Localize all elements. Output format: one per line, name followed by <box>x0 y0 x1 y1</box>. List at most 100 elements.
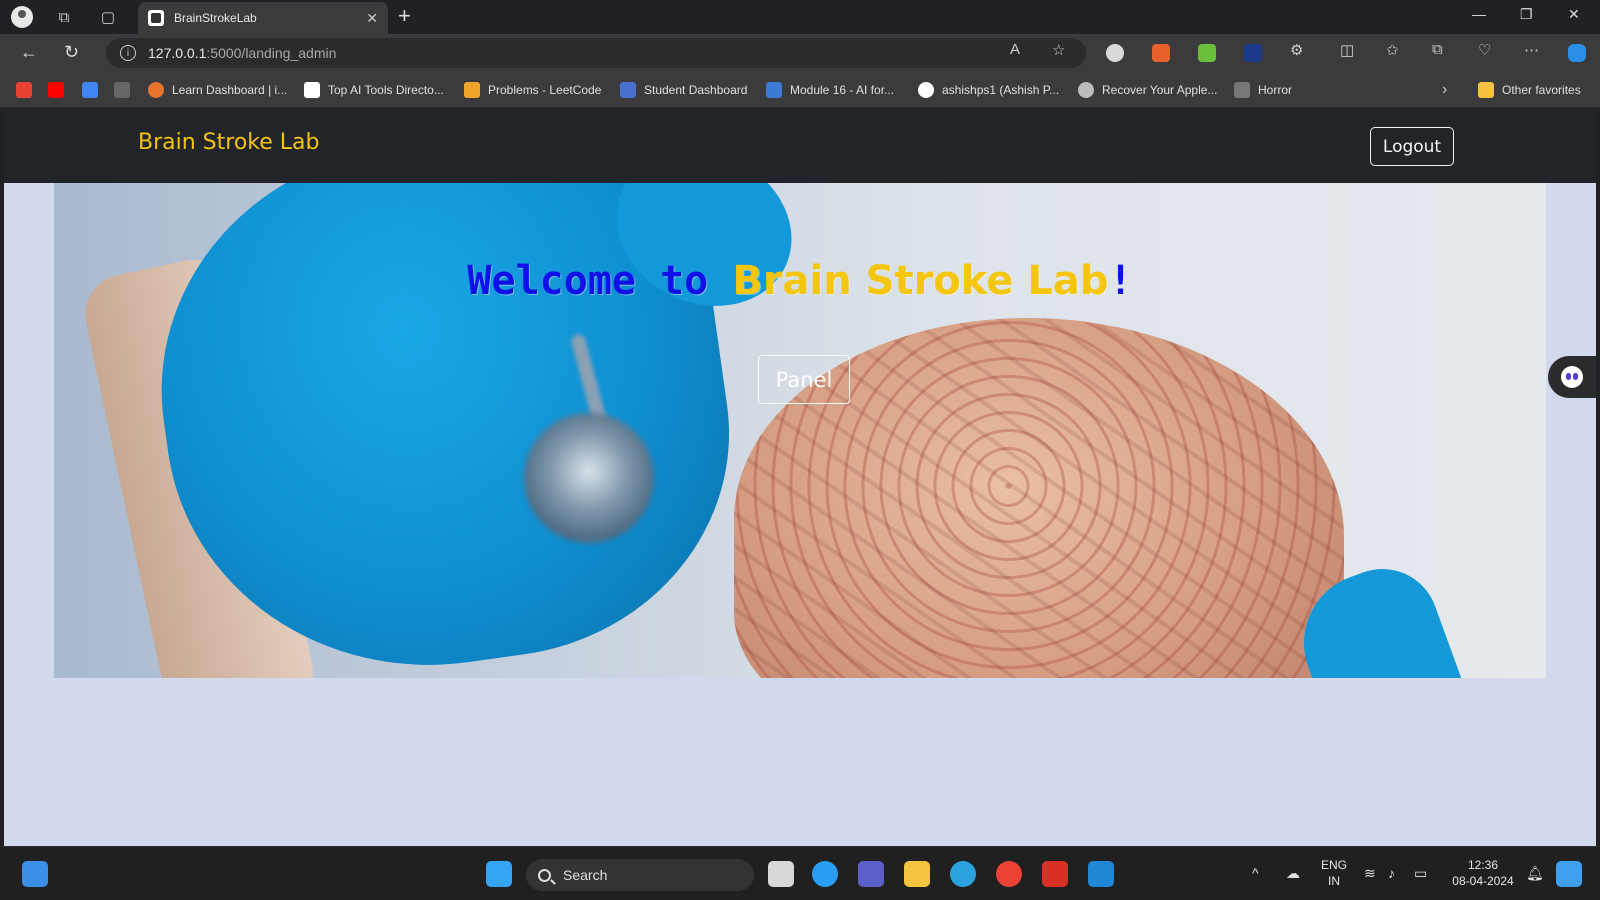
other-favorites-folder[interactable]: Other favorites <box>1478 81 1581 99</box>
tab-close-icon[interactable]: ✕ <box>366 10 378 27</box>
vscode-icon[interactable] <box>1088 861 1114 887</box>
panel-button[interactable]: Panel <box>758 355 850 404</box>
extensions-icon[interactable]: ⚙ <box>1290 41 1303 59</box>
new-tab-button[interactable]: + <box>398 4 411 28</box>
chrome-icon[interactable] <box>996 861 1022 887</box>
bookmark-misc-icon[interactable] <box>114 82 130 98</box>
bookmark-item[interactable]: ashishps1 (Ashish P... <box>918 81 1059 99</box>
bookmark-favicon-icon <box>1234 82 1250 98</box>
extension-download-icon[interactable] <box>1198 44 1216 62</box>
tab-title: BrainStrokeLab <box>174 11 257 25</box>
url-host: 127.0.0.1 <box>148 45 207 61</box>
taskbar-search[interactable]: Search <box>526 859 754 891</box>
browser-essentials-icon[interactable]: ♡ <box>1478 41 1491 59</box>
bookmark-item[interactable]: Recover Your Apple... <box>1078 81 1217 99</box>
url-path: :5000/landing_admin <box>206 45 337 61</box>
language-indicator[interactable]: ENG IN <box>1316 857 1352 889</box>
bookmark-item[interactable]: Learn Dashboard | i... <box>148 81 287 99</box>
vertical-tabs-icon[interactable]: ▢ <box>96 5 120 29</box>
bookmark-label: Student Dashboard <box>644 83 748 97</box>
language-region: IN <box>1328 874 1340 888</box>
copilot-face-icon <box>1561 366 1583 388</box>
search-icon <box>538 868 551 882</box>
telegram-icon[interactable] <box>950 861 976 887</box>
youtube-icon[interactable] <box>48 82 64 98</box>
favorites-icon[interactable]: ✩ <box>1386 41 1399 59</box>
tab-brainstrokelab[interactable]: BrainStrokeLab ✕ <box>138 2 388 34</box>
extension-blue-icon[interactable] <box>1244 44 1262 62</box>
github-icon <box>918 82 934 98</box>
back-icon[interactable]: ← <box>20 42 38 63</box>
copilot-taskbar-icon[interactable] <box>1556 861 1582 887</box>
gmail-icon[interactable] <box>16 82 32 98</box>
address-toolbar: ← ↻ i 127.0.0.1:5000/landing_admin A ☆ ⚙… <box>0 34 1600 72</box>
folder-icon <box>1478 82 1494 98</box>
notifications-icon[interactable]: 🔔︎ <box>1526 865 1544 882</box>
url-text[interactable]: 127.0.0.1:5000/landing_admin <box>148 45 336 61</box>
hero-banner: Welcome to Brain Stroke Lab! Panel <box>54 183 1546 678</box>
profile-icon[interactable] <box>10 5 34 29</box>
close-window-icon[interactable]: ✕ <box>1568 6 1580 23</box>
clock-time: 12:36 <box>1467 858 1499 872</box>
windows-taskbar: Search ^ ☁ ENG IN ≋ ♪ ▭ 12:36 08-04-2024… <box>0 846 1600 900</box>
bookmark-label: ashishps1 (Ashish P... <box>942 83 1060 97</box>
bookmark-item[interactable]: Top AI Tools Directo... <box>304 81 444 99</box>
bookmark-item[interactable]: Module 16 - AI for... <box>766 81 894 99</box>
bookmarks-bar: Learn Dashboard | i... Top AI Tools Dire… <box>0 72 1600 108</box>
volume-icon[interactable]: ♪ <box>1388 865 1395 881</box>
extension-ghost-icon[interactable] <box>1106 44 1124 62</box>
collections-icon[interactable]: ⧉ <box>1432 41 1443 58</box>
bookmark-item[interactable]: Horror <box>1234 81 1292 99</box>
bookmark-favicon-icon <box>620 82 636 98</box>
extension-orange-icon[interactable] <box>1152 44 1170 62</box>
translate-icon[interactable] <box>82 82 98 98</box>
clock[interactable]: 12:36 08-04-2024 <box>1446 857 1520 889</box>
language-code: ENG <box>1320 858 1347 872</box>
sidebar-copilot-tab[interactable] <box>1548 356 1596 398</box>
bookmark-label: Recover Your Apple... <box>1102 83 1218 97</box>
bookmark-label: Learn Dashboard | i... <box>172 83 288 97</box>
minimize-icon[interactable]: — <box>1472 6 1486 22</box>
address-bar[interactable]: i 127.0.0.1:5000/landing_admin <box>106 38 1086 68</box>
search-label: Search <box>563 867 608 883</box>
refresh-icon[interactable]: ↻ <box>64 42 79 63</box>
read-aloud-icon[interactable]: A <box>1010 41 1020 58</box>
welcome-brand-text: Brain Stroke Lab <box>732 258 1109 304</box>
copilot-icon[interactable] <box>1568 44 1586 62</box>
bookmark-favicon-icon <box>304 82 320 98</box>
edge-icon[interactable] <box>812 861 838 887</box>
bookmark-item[interactable]: Problems - LeetCode <box>464 81 601 99</box>
wifi-icon[interactable]: ≋ <box>1364 865 1376 882</box>
bookmark-label: Module 16 - AI for... <box>790 83 895 97</box>
onedrive-icon[interactable]: ☁ <box>1286 865 1300 882</box>
logout-button[interactable]: Logout <box>1370 127 1454 166</box>
page-viewport: Brain Stroke Lab Logout Welcome to Brain… <box>4 108 1596 846</box>
welcome-text: Welcome to <box>467 258 733 304</box>
tab-favicon-icon <box>148 10 164 26</box>
teams-icon[interactable] <box>858 861 884 887</box>
bookmark-favicon-icon <box>464 82 480 98</box>
browser-tab-bar: ⧉ ▢ BrainStrokeLab ✕ + — ❐ ✕ <box>0 0 1600 34</box>
welcome-heading: Welcome to Brain Stroke Lab! <box>54 258 1546 304</box>
task-view-icon[interactable] <box>768 861 794 887</box>
restore-icon[interactable]: ❐ <box>1520 6 1533 23</box>
bookmark-label: Horror <box>1258 83 1293 97</box>
file-explorer-icon[interactable] <box>904 861 930 887</box>
start-icon[interactable] <box>486 861 512 887</box>
split-screen-icon[interactable]: ◫ <box>1340 41 1354 59</box>
battery-icon[interactable]: ▭ <box>1414 865 1427 882</box>
show-hidden-icons-icon[interactable]: ^ <box>1252 865 1259 881</box>
other-favorites-label: Other favorites <box>1502 83 1581 97</box>
bookmark-item[interactable]: Student Dashboard <box>620 81 747 99</box>
wps-office-icon[interactable] <box>1042 861 1068 887</box>
more-bookmarks-chevron-icon[interactable]: › <box>1442 81 1447 99</box>
clock-date: 08-04-2024 <box>1452 874 1514 888</box>
favorite-star-icon[interactable]: ☆ <box>1052 41 1065 59</box>
apple-icon <box>1078 82 1094 98</box>
workspaces-icon[interactable]: ⧉ <box>52 5 76 29</box>
welcome-exclamation: ! <box>1108 258 1133 304</box>
site-info-icon[interactable]: i <box>120 45 136 61</box>
brand-link[interactable]: Brain Stroke Lab <box>138 130 319 155</box>
more-menu-icon[interactable]: ⋯ <box>1524 41 1539 59</box>
widgets-icon[interactable] <box>22 861 48 887</box>
